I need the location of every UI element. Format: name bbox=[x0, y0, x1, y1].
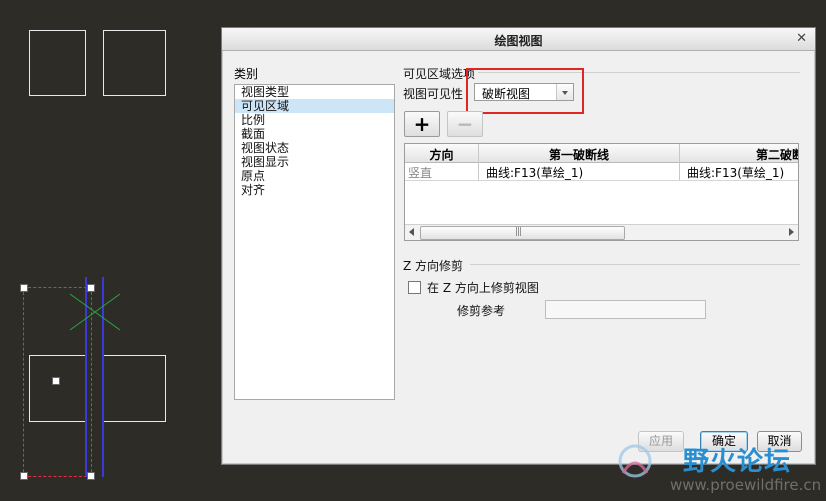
resize-handle-tr[interactable] bbox=[87, 284, 95, 292]
scroll-thumb[interactable]: ||| bbox=[420, 226, 625, 240]
dialog-titlebar[interactable]: 绘图视图 ✕ bbox=[222, 28, 815, 51]
z-trim-checkbox[interactable] bbox=[408, 281, 421, 294]
category-view-display[interactable]: 视图显示 bbox=[235, 155, 394, 169]
category-section[interactable]: 截面 bbox=[235, 127, 394, 141]
resize-handle-tl[interactable] bbox=[20, 284, 28, 292]
section-divider bbox=[470, 264, 800, 265]
category-origin[interactable]: 原点 bbox=[235, 169, 394, 183]
categories-label: 类别 bbox=[234, 67, 259, 81]
col-first-break[interactable]: 第一破断线 bbox=[479, 146, 679, 163]
category-scale[interactable]: 比例 bbox=[235, 113, 394, 127]
cell-first-break[interactable]: 曲线:F13(草绘_1) bbox=[486, 164, 583, 181]
resize-handle-bl[interactable] bbox=[20, 472, 28, 480]
drawing-view-dialog: 绘图视图 ✕ 类别 视图类型 可见区域 比例 截面 视图状态 视图显示 原点 对… bbox=[221, 27, 816, 465]
view-origin-handle[interactable] bbox=[52, 377, 60, 385]
add-break-button[interactable]: + bbox=[404, 111, 440, 137]
table-row[interactable]: 竖直 曲线:F13(草绘_1) 曲线:F13(草绘_1) bbox=[405, 163, 798, 181]
watermark-title: 野火论坛 bbox=[683, 447, 792, 477]
trim-ref-label: 修剪参考 bbox=[457, 304, 506, 318]
visibility-label: 视图可见性 bbox=[403, 87, 464, 101]
table-hscrollbar[interactable]: ||| bbox=[405, 224, 798, 240]
dialog-title: 绘图视图 bbox=[494, 34, 543, 48]
view-box-bottom-right[interactable] bbox=[103, 355, 166, 422]
cell-second-break[interactable]: 曲线:F13(草绘_1) bbox=[687, 164, 784, 181]
watermark-url: www.proewildfire.cn bbox=[670, 476, 822, 494]
cell-direction[interactable]: 竖直 bbox=[408, 164, 432, 181]
scroll-left-icon[interactable] bbox=[409, 228, 414, 236]
categories-list: 视图类型 可见区域 比例 截面 视图状态 视图显示 原点 对齐 bbox=[234, 84, 395, 400]
close-icon[interactable]: ✕ bbox=[796, 31, 807, 46]
view-box-top-right[interactable] bbox=[103, 30, 166, 96]
col-second-break[interactable]: 第二破断 bbox=[680, 146, 798, 163]
remove-break-button[interactable]: − bbox=[447, 111, 483, 137]
category-visible-area[interactable]: 可见区域 bbox=[235, 99, 394, 113]
z-trim-section-title: Z 方向修剪 bbox=[403, 259, 464, 273]
visible-area-section-title: 可见区域选项 bbox=[403, 67, 476, 81]
breaks-table: 方向 第一破断线 第二破断 竖直 曲线:F13(草绘_1) 曲线:F13(草绘_… bbox=[404, 143, 799, 241]
category-view-type[interactable]: 视图类型 bbox=[235, 85, 394, 99]
category-view-states[interactable]: 视图状态 bbox=[235, 141, 394, 155]
view-box-top-left[interactable] bbox=[29, 30, 86, 96]
scroll-grip: ||| bbox=[515, 227, 522, 237]
resize-handle-br[interactable] bbox=[87, 472, 95, 480]
annotation-highlight-box bbox=[466, 68, 584, 114]
trim-ref-field[interactable] bbox=[545, 300, 706, 319]
csys-x-icon bbox=[69, 293, 121, 331]
table-header: 方向 第一破断线 第二破断 bbox=[405, 144, 798, 163]
col-direction[interactable]: 方向 bbox=[405, 146, 478, 163]
z-trim-checkbox-label[interactable]: 在 Z 方向上修剪视图 bbox=[427, 279, 539, 296]
scroll-right-icon[interactable] bbox=[789, 228, 794, 236]
category-alignment[interactable]: 对齐 bbox=[235, 183, 394, 197]
